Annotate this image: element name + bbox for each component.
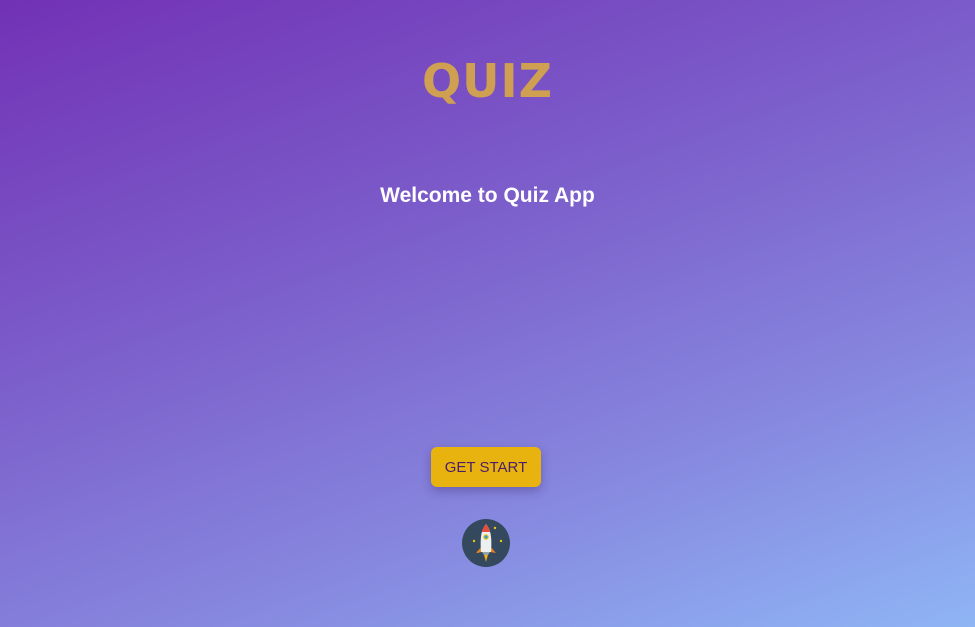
quiz-start-screen: QUIZ Welcome to Quiz App GET START [0, 0, 975, 627]
rocket-icon [462, 519, 510, 567]
quiz-logo: QUIZ [422, 54, 553, 108]
get-start-button[interactable]: GET START [431, 447, 541, 487]
welcome-heading: Welcome to Quiz App [380, 184, 595, 207]
